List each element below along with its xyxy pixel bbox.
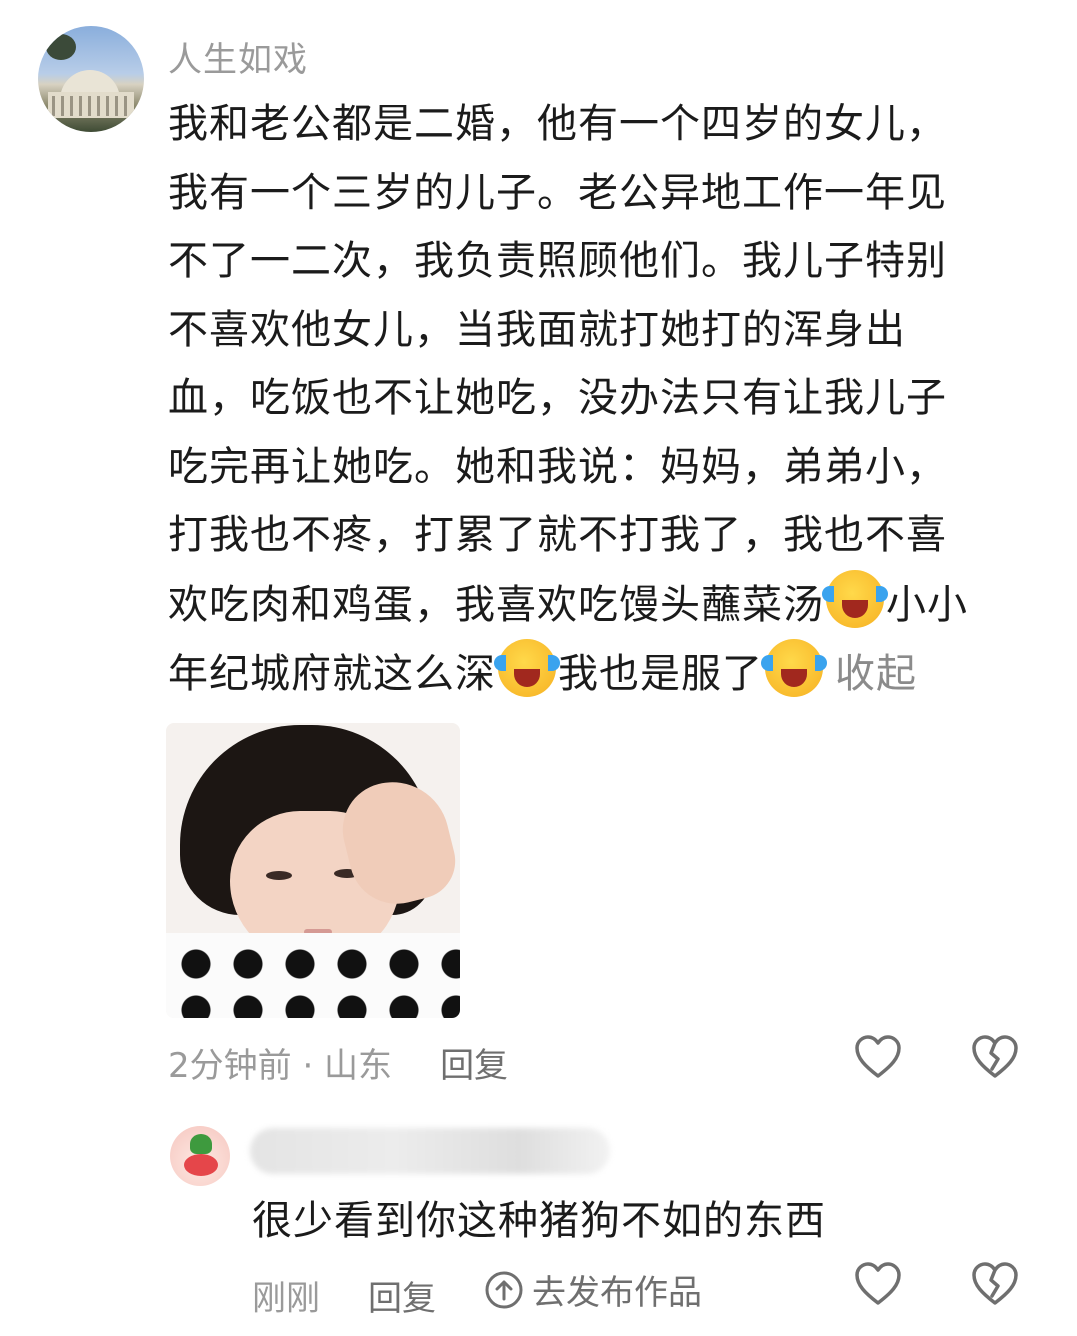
image-dress: [166, 933, 460, 1018]
reply-button[interactable]: 回复: [440, 1038, 508, 1087]
comment-image[interactable]: [166, 723, 460, 1018]
comment-text: 年纪城府就这么深: [168, 651, 496, 697]
like-button[interactable]: [853, 1260, 903, 1310]
comment-line: 欢吃肉和鸡蛋，我喜欢吃馒头蘸菜汤 小小: [168, 569, 1018, 640]
laugh-cry-emoji-icon: [822, 569, 888, 628]
reply-time: 刚刚: [252, 1278, 320, 1319]
laugh-cry-emoji-icon: [494, 639, 560, 697]
laugh-cry-emoji-icon: [761, 639, 827, 697]
comment-line: 不喜欢他女儿，当我面就打她打的浑身出: [168, 306, 906, 353]
dislike-button[interactable]: [970, 1033, 1020, 1083]
comment-line: 打我也不疼，打累了就不打我了，我也不喜: [168, 512, 947, 558]
image-eye: [266, 871, 292, 880]
comment-line: 血，吃饭也不让她吃，没办法只有让我儿子: [168, 375, 947, 421]
comment-line: 我有一个三岁的儿子。老公异地工作一年见: [168, 169, 947, 216]
upload-icon: [485, 1271, 523, 1308]
reply-body: 很少看到你这种猪狗不如的东西: [252, 1198, 826, 1244]
like-button[interactable]: [853, 1033, 903, 1083]
comment-meta: 2分钟前 · 山东 回复: [168, 1038, 508, 1086]
comment-text: 小小: [886, 581, 968, 628]
reply-button[interactable]: 回复: [368, 1279, 436, 1319]
dislike-button[interactable]: [970, 1260, 1020, 1310]
comment-line: 我和老公都是二婚，他有一个四岁的女儿，: [168, 101, 947, 147]
comment-line: 吃完再让她吃。她和我说：妈妈，弟弟小，: [168, 443, 947, 490]
comment-line: 年纪城府就这么深 我也是服了 收起: [168, 639, 1018, 709]
collapse-button[interactable]: 收起: [835, 651, 917, 697]
avatar-tree: [46, 34, 76, 60]
user-avatar[interactable]: [38, 26, 144, 132]
comment-text: 欢吃肉和鸡蛋，我喜欢吃馒头蘸菜汤: [168, 581, 824, 628]
comment-body: 我和老公都是二婚，他有一个四岁的女儿， 我有一个三岁的儿子。老公异地工作一年见 …: [168, 90, 1018, 709]
broken-heart-icon: [972, 1035, 1018, 1078]
reply-avatar[interactable]: [170, 1126, 230, 1186]
reply-username-blurred[interactable]: [250, 1128, 610, 1174]
broken-heart-icon: [972, 1262, 1018, 1305]
publish-label: 去发布作品: [532, 1273, 702, 1313]
comment-text: 我也是服了: [558, 651, 763, 697]
comment-time-location: 2分钟前 · 山东: [168, 1046, 393, 1086]
reply-comment: 很少看到你这种猪狗不如的东西 刚刚 回复 去发布作品: [0, 1108, 1077, 1336]
reply-meta: 刚刚 回复 去发布作品: [252, 1265, 702, 1320]
heart-icon: [855, 1262, 901, 1305]
publish-button[interactable]: 去发布作品: [484, 1265, 702, 1314]
avatar-leaf: [190, 1134, 212, 1154]
avatar-figure: [184, 1154, 218, 1176]
heart-icon: [855, 1035, 901, 1078]
avatar-columns: [52, 96, 130, 116]
comment-line: 不了一二次，我负责照顾他们。我儿子特别: [168, 238, 947, 284]
username[interactable]: 人生如戏: [168, 32, 308, 81]
